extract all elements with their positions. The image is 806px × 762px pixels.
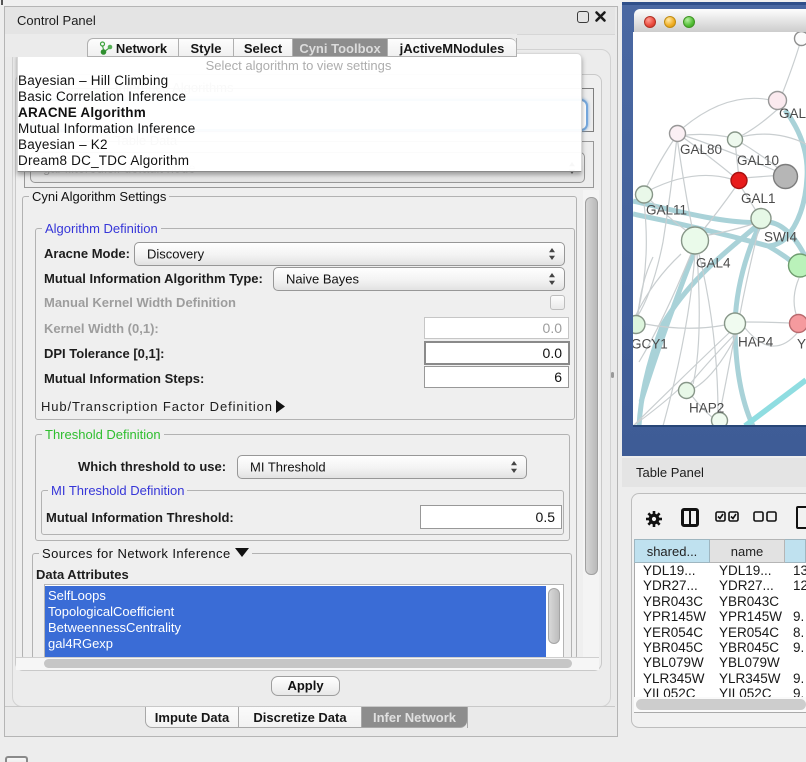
svg-text:GAL10: GAL10: [737, 153, 779, 168]
svg-text:YP: YP: [797, 337, 806, 352]
svg-text:GCY1: GCY1: [633, 337, 668, 352]
svg-text:GAL80: GAL80: [680, 142, 722, 157]
svg-text:GAL2: GAL2: [779, 106, 806, 121]
svg-text:GAL1: GAL1: [741, 191, 776, 206]
svg-text:GAL4: GAL4: [696, 256, 731, 271]
svg-text:HAP2: HAP2: [689, 401, 724, 416]
svg-text:HAP4: HAP4: [738, 335, 774, 350]
svg-text:SWI4: SWI4: [764, 230, 797, 245]
svg-text:GAL11: GAL11: [646, 203, 687, 218]
